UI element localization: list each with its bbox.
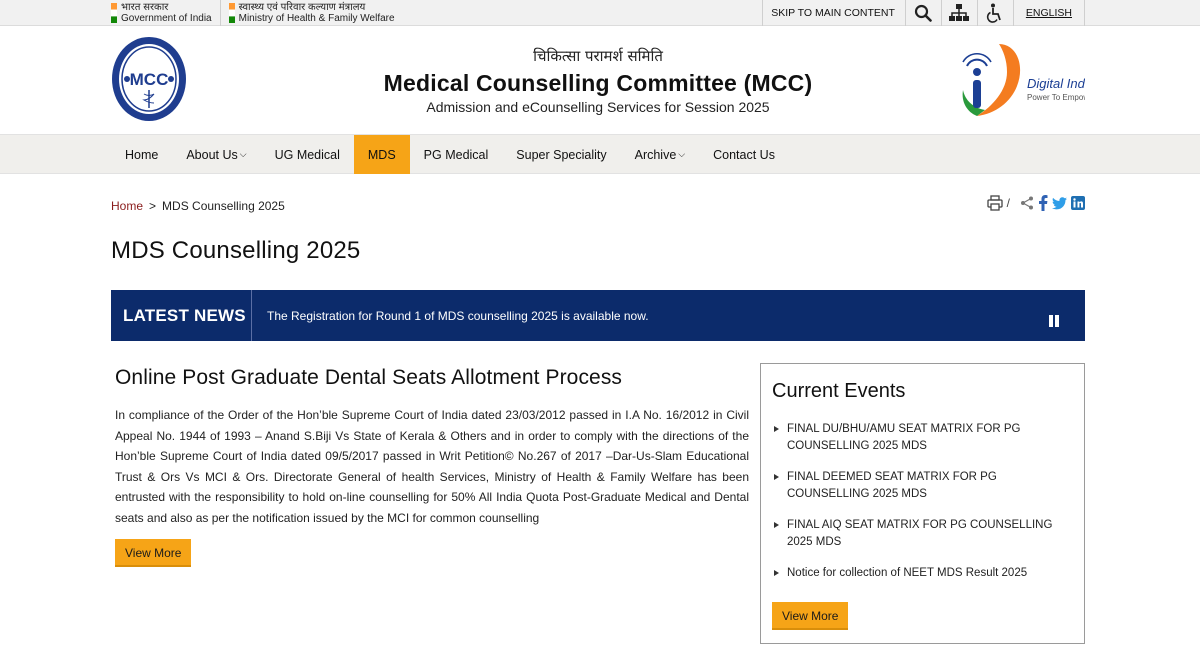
digital-india-logo-icon[interactable]: Digital India Power To Empower: [955, 40, 1085, 122]
main-nav: Home About Us ⌵ UG Medical MDS PG Medical…: [0, 135, 1200, 174]
nav-item-archive[interactable]: Archive ⌵: [621, 135, 700, 174]
sitemap-icon: [949, 4, 970, 21]
accessibility-icon: [987, 3, 1002, 23]
nav-label: PG Medical: [423, 147, 489, 162]
nav-item-super-speciality[interactable]: Super Speciality: [502, 135, 620, 174]
gov-english: Government of India: [121, 12, 212, 24]
events-view-more-button[interactable]: View More: [772, 602, 849, 630]
breadcrumb: Home > MDS Counselling 2025: [111, 199, 285, 213]
latest-news-ticker: LATEST NEWS The Registration for Round 1…: [111, 290, 1085, 341]
flag-icon: [228, 3, 235, 23]
language-link[interactable]: ENGLISH: [1012, 0, 1085, 26]
allotment-process-section: Online Post Graduate Dental Seats Allotm…: [115, 366, 749, 567]
search-button[interactable]: [904, 0, 941, 26]
event-link[interactable]: FINAL DU/BHU/AMU SEAT MATRIX FOR PG COUN…: [772, 421, 1073, 455]
event-link[interactable]: FINAL DEEMED SEAT MATRIX FOR PG COUNSELL…: [772, 469, 1073, 503]
breadcrumb-current: MDS Counselling 2025: [162, 199, 285, 213]
flag-icon: [111, 3, 117, 23]
digital-india-tagline: Power To Empower: [1027, 93, 1085, 102]
event-link[interactable]: FINAL AIQ SEAT MATRIX FOR PG COUNSELLING…: [772, 517, 1073, 551]
gov-hindi: भारत सरकार: [121, 1, 169, 13]
nav-label: Super Speciality: [516, 147, 607, 162]
hindi-title: चिकित्सा परामर्श समिति: [533, 47, 663, 65]
nav-item-about-us[interactable]: About Us ⌵: [172, 135, 260, 174]
nav-item-ug-medical[interactable]: UG Medical: [261, 135, 354, 174]
breadcrumb-separator: >: [149, 199, 157, 213]
gov-bar: भारत सरकार Government of India स्वास्थ्य…: [0, 0, 1200, 26]
linkedin-icon[interactable]: [1071, 196, 1085, 210]
gov-of-india[interactable]: भारत सरकार Government of India: [111, 0, 221, 26]
nav-label: Contact Us: [713, 147, 775, 162]
nav-label: Archive: [634, 147, 677, 162]
sitemap-button[interactable]: [940, 0, 977, 26]
nav-item-mds[interactable]: MDS: [353, 135, 410, 174]
nav-item-home[interactable]: Home: [111, 135, 172, 174]
nav-item-pg-medical[interactable]: PG Medical: [410, 135, 503, 174]
site-subtitle: Admission and eCounselling Services for …: [426, 99, 770, 115]
chevron-down-icon: ⌵: [678, 149, 686, 159]
facebook-icon[interactable]: [1038, 195, 1048, 211]
ministry-english: Ministry of Health & Family Welfare: [238, 12, 395, 24]
latest-news-label: LATEST NEWS: [111, 290, 252, 341]
nav-label: MDS: [367, 147, 396, 162]
nav-label: Home: [125, 147, 159, 162]
chevron-down-icon: ⌵: [239, 149, 247, 159]
print-icon[interactable]: [987, 195, 1003, 211]
site-header: MCC चिकित्सा परामर्श समिति Medical Couns…: [0, 26, 1200, 135]
share-divider: /: [1006, 196, 1010, 210]
section-body: In compliance of the Order of the Hon’bl…: [115, 408, 749, 525]
twitter-icon[interactable]: [1052, 196, 1067, 210]
header-titles: चिकित्सा परामर्श समिति Medical Counselli…: [111, 46, 1085, 115]
share-icon[interactable]: [1020, 196, 1034, 210]
accessibility-button[interactable]: [976, 0, 1013, 26]
search-icon: [915, 4, 933, 22]
section-heading: Online Post Graduate Dental Seats Allotm…: [115, 366, 623, 389]
current-events-panel: Current Events FINAL DU/BHU/AMU SEAT MAT…: [760, 363, 1085, 644]
ministry-hindi: स्वास्थ्य एवं परिवार कल्याण मंत्रालय: [238, 1, 366, 13]
ministry-link[interactable]: स्वास्थ्य एवं परिवार कल्याण मंत्रालय Min…: [228, 0, 403, 26]
event-link[interactable]: Notice for collection of NEET MDS Result…: [772, 565, 1073, 582]
breadcrumb-home-link[interactable]: Home: [111, 199, 143, 213]
pause-icon[interactable]: [1049, 315, 1059, 327]
view-more-button[interactable]: View More: [115, 539, 192, 567]
nav-item-contact-us[interactable]: Contact Us: [699, 135, 789, 174]
page-title: MDS Counselling 2025: [111, 237, 361, 264]
share-toolbar: /: [987, 195, 1085, 211]
latest-news-text[interactable]: The Registration for Round 1 of MDS coun…: [252, 309, 649, 323]
digital-india-text: Digital India: [1027, 76, 1085, 91]
current-events-heading: Current Events: [772, 380, 906, 402]
nav-label: UG Medical: [274, 147, 340, 162]
site-title: Medical Counselling Committee (MCC): [383, 70, 813, 96]
skip-to-main-content-link[interactable]: SKIP TO MAIN CONTENT: [762, 0, 905, 26]
nav-label: About Us: [186, 147, 238, 162]
